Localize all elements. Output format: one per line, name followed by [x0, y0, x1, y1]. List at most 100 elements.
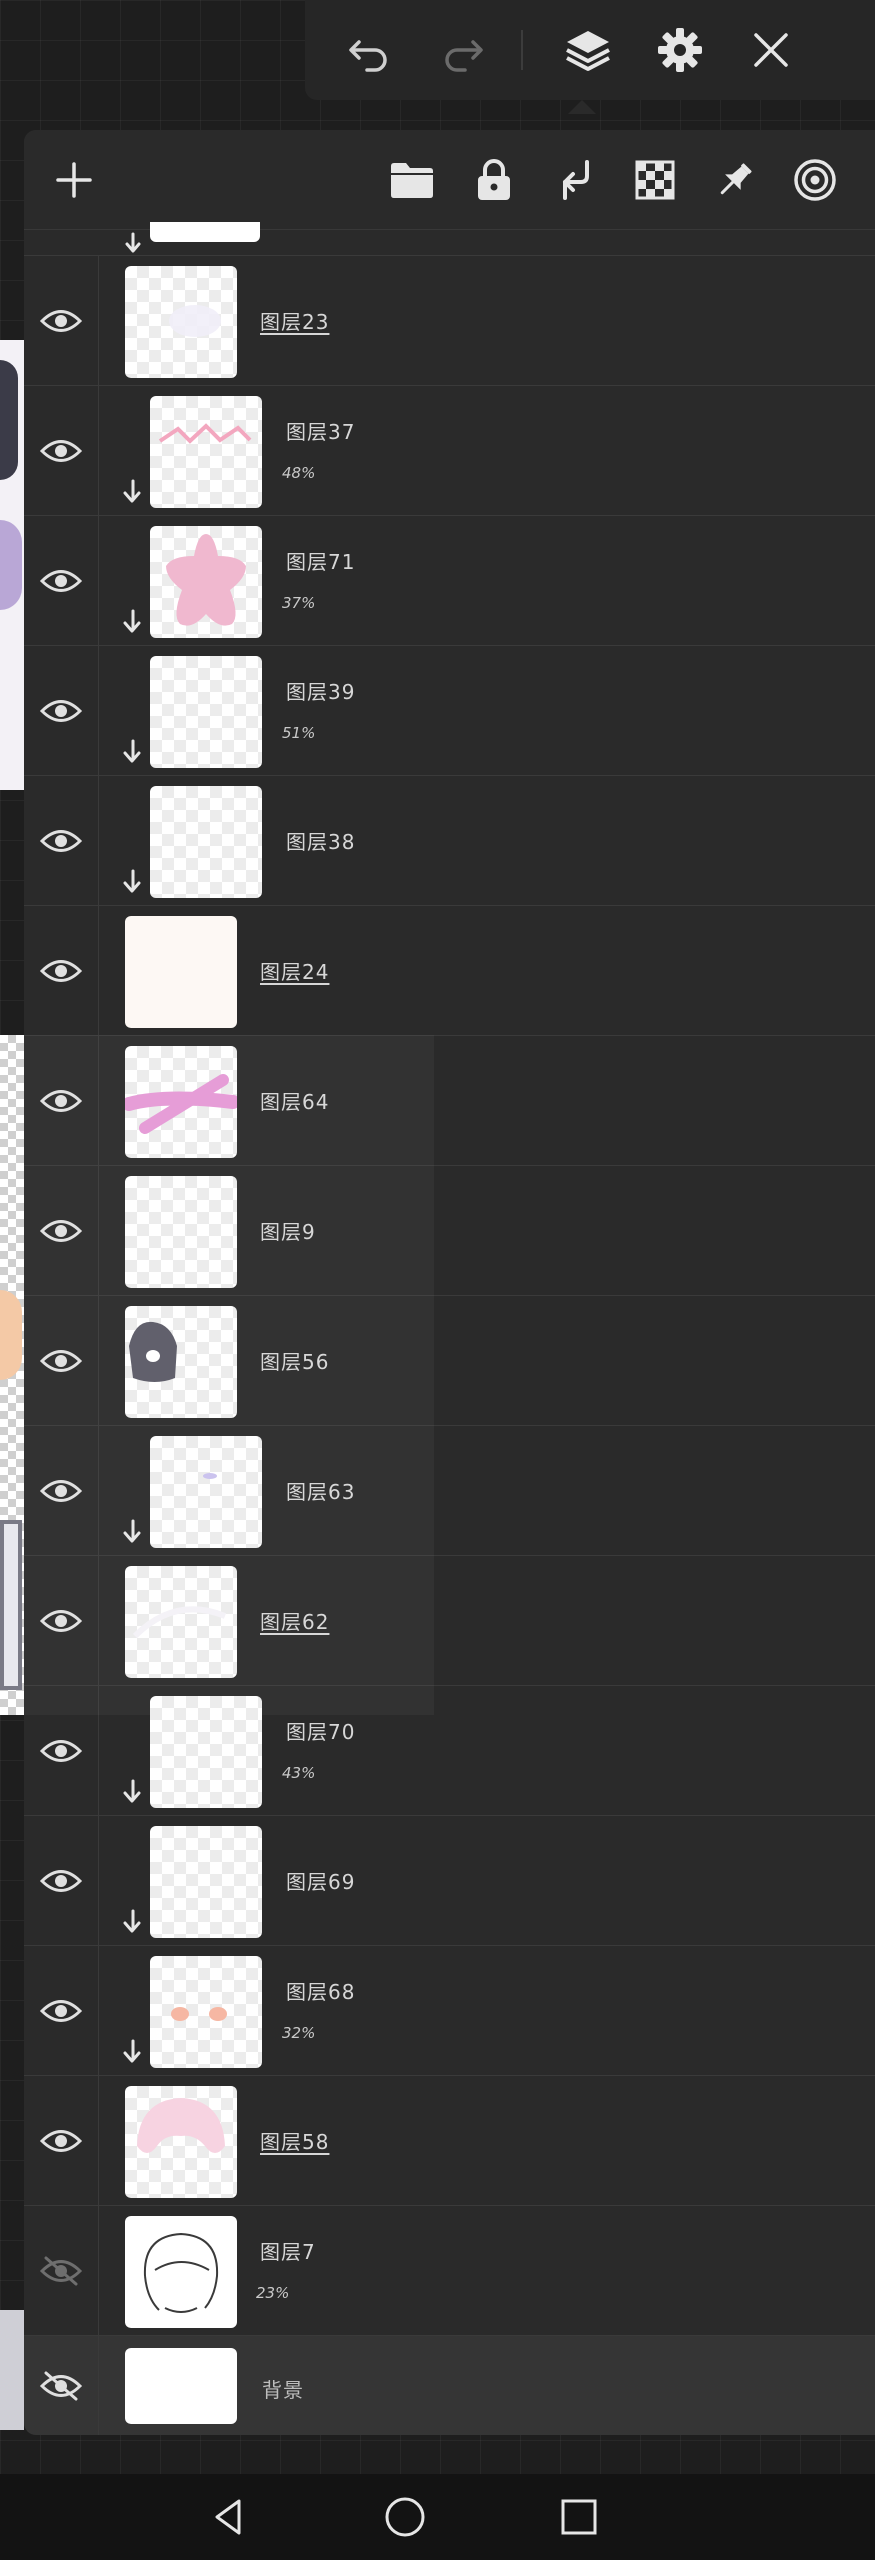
layer-row[interactable]: 图层24 — [24, 906, 875, 1036]
layer-name: 图层63 — [286, 1480, 356, 1504]
layer-name: 图层70 — [286, 1720, 356, 1744]
visibility-toggle[interactable] — [24, 646, 99, 775]
eye-icon — [40, 1349, 82, 1372]
layer-thumbnail — [150, 1436, 262, 1548]
top-toolbar — [305, 0, 875, 100]
visibility-toggle[interactable] — [24, 1946, 99, 2075]
back-button[interactable] — [206, 2494, 252, 2540]
back-triangle-icon — [215, 2499, 241, 2535]
eye-icon — [40, 1999, 82, 2022]
layer-opacity: 32% — [282, 2024, 316, 2042]
layer-name: 图层24 — [260, 960, 330, 984]
background-layer-row[interactable]: 背景 — [24, 2336, 875, 2435]
close-button[interactable] — [743, 22, 799, 78]
layer-thumbnail — [125, 1566, 237, 1678]
visibility-toggle[interactable] — [24, 906, 99, 1035]
eye-icon — [40, 2129, 82, 2152]
visibility-toggle[interactable] — [24, 1036, 99, 1165]
layer-name: 图层39 — [286, 680, 356, 704]
layer-name: 图层9 — [260, 1220, 316, 1244]
lock-layer-button[interactable] — [469, 155, 519, 205]
layer-row[interactable]: 图层38 — [24, 776, 875, 906]
layer-row[interactable]: 图层70 43% — [24, 1686, 875, 1816]
layer-row[interactable]: 图层62 — [24, 1556, 875, 1686]
layer-row[interactable]: 图层63 — [24, 1426, 875, 1556]
home-button[interactable] — [382, 2494, 428, 2540]
layer-row[interactable]: 图层37 48% — [24, 386, 875, 516]
visibility-toggle[interactable] — [24, 1426, 99, 1555]
layer-name: 图层69 — [286, 1870, 356, 1894]
clipping-mask-button[interactable] — [550, 155, 600, 205]
layer-row-partial[interactable] — [24, 222, 875, 256]
layer-row[interactable]: 图层7 23% — [24, 2206, 875, 2336]
thumbnail-art — [158, 423, 252, 444]
lock-icon — [478, 159, 510, 200]
layer-row[interactable]: 图层69 — [24, 1816, 875, 1946]
layer-name: 图层64 — [260, 1090, 330, 1114]
visibility-toggle[interactable] — [24, 2336, 99, 2435]
add-layer-button[interactable] — [49, 155, 99, 205]
thumbnail-art — [137, 2098, 225, 2153]
layer-thumbnail — [150, 1956, 262, 2068]
alpha-lock-button[interactable] — [630, 155, 680, 205]
visibility-toggle[interactable] — [24, 386, 99, 515]
clip-arrow-icon — [123, 479, 141, 503]
visibility-toggle[interactable] — [24, 1816, 99, 1945]
visibility-toggle[interactable] — [24, 1556, 99, 1685]
layer-row[interactable]: 图层9 — [24, 1166, 875, 1296]
visibility-toggle[interactable] — [24, 2206, 99, 2335]
eye-icon — [40, 1869, 82, 1892]
visibility-toggle[interactable] — [24, 1296, 99, 1425]
eye-icon — [40, 309, 82, 332]
thumbnail-art — [132, 1606, 227, 1639]
visibility-toggle[interactable] — [24, 516, 99, 645]
canvas-artwork-frame — [0, 1520, 22, 1690]
undo-icon — [349, 40, 387, 72]
recents-button[interactable] — [556, 2494, 602, 2540]
settings-button[interactable] — [652, 22, 708, 78]
eye-icon — [40, 959, 82, 982]
layers-button[interactable] — [560, 22, 616, 78]
undo-button[interactable] — [341, 22, 397, 78]
layer-thumbnail — [150, 1696, 262, 1808]
layer-row[interactable]: 图层64 — [24, 1036, 875, 1166]
layer-opacity: 43% — [282, 1764, 316, 1782]
canvas-artwork-hair — [0, 360, 18, 480]
home-circle-icon — [385, 2497, 425, 2537]
layer-name: 图层62 — [260, 1610, 330, 1634]
visibility-toggle[interactable] — [24, 1686, 99, 1815]
target-button[interactable] — [790, 155, 840, 205]
layer-thumbnail — [150, 1826, 262, 1938]
layer-row[interactable]: 图层58 — [24, 2076, 875, 2206]
visibility-toggle[interactable] — [24, 256, 99, 385]
eye-icon — [40, 1219, 82, 1242]
eye-hidden-icon — [40, 2256, 82, 2285]
layer-row[interactable]: 图层68 32% — [24, 1946, 875, 2076]
layer-name: 图层37 — [286, 420, 356, 444]
checkerboard-icon — [635, 160, 675, 200]
redo-button[interactable] — [435, 22, 491, 78]
layer-row[interactable]: 图层71 37% — [24, 516, 875, 646]
layer-name: 图层58 — [260, 2130, 330, 2154]
layer-thumbnail — [125, 2086, 237, 2198]
layer-thumbnail — [150, 786, 262, 898]
clip-arrow-icon — [123, 739, 141, 763]
pin-button[interactable] — [710, 155, 760, 205]
pin-icon — [720, 163, 752, 195]
layers-list[interactable]: 图层23 图层37 48% 图层71 37% 图层39 51% 图层38 图层2… — [24, 222, 875, 2435]
eye-hidden-icon — [40, 2371, 82, 2401]
layer-thumbnail — [125, 266, 237, 378]
target-icon — [794, 159, 836, 201]
clipping-mask-icon — [563, 160, 589, 200]
visibility-toggle[interactable] — [24, 776, 99, 905]
eye-icon — [40, 1479, 82, 1502]
group-folder-button[interactable] — [387, 155, 437, 205]
visibility-toggle[interactable] — [24, 2076, 99, 2205]
thumbnail-art — [166, 534, 246, 626]
layer-name: 图层7 — [260, 2240, 316, 2264]
layer-row[interactable]: 图层23 — [24, 256, 875, 386]
visibility-toggle[interactable] — [24, 1166, 99, 1295]
layer-row[interactable]: 图层39 51% — [24, 646, 875, 776]
eye-icon — [40, 699, 82, 722]
layer-row[interactable]: 图层56 — [24, 1296, 875, 1426]
